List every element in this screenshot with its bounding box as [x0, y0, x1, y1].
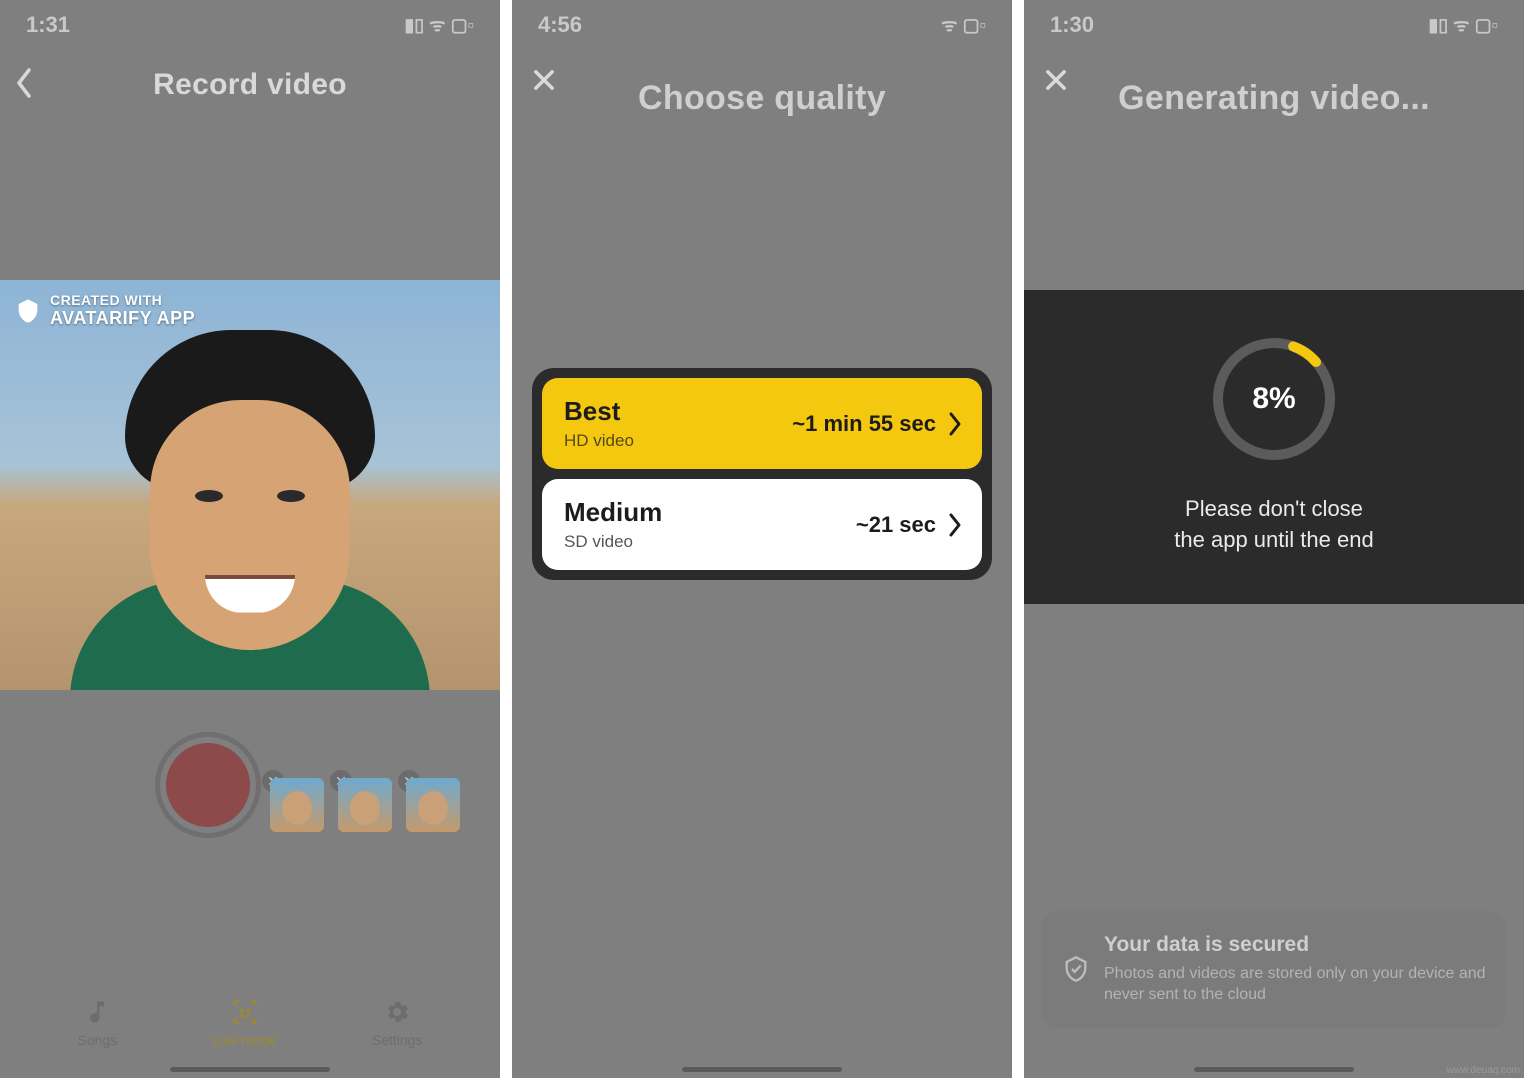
generating-message-line1: Please don't close	[1174, 494, 1373, 525]
tab-songs[interactable]: Songs	[78, 998, 118, 1048]
watermark-line2: AVATARIFY APP	[50, 308, 195, 329]
status-indicators: ▮▯ ᯤ ▢▫	[404, 13, 474, 37]
face-illustration	[100, 330, 400, 690]
generating-message-line2: the app until the end	[1174, 525, 1373, 556]
home-indicator[interactable]	[1194, 1067, 1354, 1072]
recent-thumb[interactable]: ✕	[270, 778, 324, 832]
page-title: Choose quality	[638, 79, 886, 118]
close-icon[interactable]	[1042, 66, 1070, 99]
status-bar: 1:31 ▮▯ ᯤ ▢▫	[0, 0, 500, 50]
page-title: Generating video...	[1118, 79, 1430, 118]
camera-preview: CREATED WITH AVATARIFY APP	[0, 280, 500, 690]
record-button[interactable]	[160, 737, 256, 833]
close-icon[interactable]	[530, 66, 558, 99]
screen-generating-video: 1:30 ▮▯ ᯤ ▢▫ Generating video... 8% Plea…	[1024, 0, 1524, 1078]
progress-ring: 8%	[1209, 334, 1339, 464]
quality-option-subtitle: HD video	[564, 431, 634, 451]
music-note-icon	[83, 998, 111, 1026]
status-indicators: ▮▯ ᯤ ▢▫	[1428, 13, 1498, 37]
avatarify-watermark: CREATED WITH AVATARIFY APP	[14, 292, 195, 329]
recent-thumb[interactable]: ✕	[338, 778, 392, 832]
chevron-right-icon	[948, 512, 962, 538]
progress-percent: 8%	[1209, 334, 1339, 464]
status-bar: 4:56 ᯤ ▢▫	[512, 0, 1012, 50]
bottom-tabs: Songs Live mode Settings	[0, 998, 500, 1048]
record-row: ✕ ✕ ✕	[0, 720, 500, 850]
face-scan-icon	[231, 998, 259, 1026]
home-indicator[interactable]	[682, 1067, 842, 1072]
gear-icon	[383, 998, 411, 1026]
chevron-right-icon	[948, 411, 962, 437]
status-time: 4:56	[538, 12, 582, 38]
quality-option-time: ~21 sec	[856, 512, 936, 538]
generating-message: Please don't close the app until the end	[1174, 494, 1373, 556]
tab-label: Live mode	[212, 1032, 277, 1048]
header: Choose quality	[512, 50, 1012, 120]
quality-options-card: Best HD video ~1 min 55 sec Medium SD vi…	[532, 368, 992, 580]
recent-thumb[interactable]: ✕	[406, 778, 460, 832]
home-indicator[interactable]	[170, 1067, 330, 1072]
secured-body: Photos and videos are stored only on you…	[1104, 963, 1486, 1006]
status-time: 1:30	[1050, 12, 1094, 38]
secured-banner: Your data is secured Photos and videos a…	[1042, 911, 1506, 1028]
quality-option-subtitle: SD video	[564, 532, 662, 552]
tab-live-mode[interactable]: Live mode	[212, 998, 277, 1048]
status-bar: 1:30 ▮▯ ᯤ ▢▫	[1024, 0, 1524, 50]
header: Generating video...	[1024, 50, 1524, 120]
attribution-text: www.deuaq.com	[1447, 1065, 1520, 1076]
screen-record-video: 1:31 ▮▯ ᯤ ▢▫ Record video CREATED WITH A…	[0, 0, 500, 1078]
generating-panel: 8% Please don't close the app until the …	[1024, 290, 1524, 604]
tab-label: Settings	[372, 1032, 423, 1048]
tab-label: Songs	[78, 1032, 118, 1048]
status-time: 1:31	[26, 12, 70, 38]
shield-check-icon	[1062, 955, 1090, 983]
screen-choose-quality: 4:56 ᯤ ▢▫ Choose quality Best HD video ~…	[512, 0, 1012, 1078]
tab-settings[interactable]: Settings	[372, 998, 423, 1048]
back-icon[interactable]	[14, 66, 34, 105]
quality-option-title: Best	[564, 396, 634, 427]
quality-option-title: Medium	[564, 497, 662, 528]
header: Record video	[0, 50, 500, 120]
secured-title: Your data is secured	[1104, 933, 1486, 957]
quality-option-best[interactable]: Best HD video ~1 min 55 sec	[542, 378, 982, 469]
watermark-line1: CREATED WITH	[50, 292, 195, 308]
quality-option-medium[interactable]: Medium SD video ~21 sec	[542, 479, 982, 570]
quality-option-time: ~1 min 55 sec	[792, 411, 936, 437]
status-indicators: ᯤ ▢▫	[941, 13, 986, 37]
page-title: Record video	[153, 68, 347, 102]
